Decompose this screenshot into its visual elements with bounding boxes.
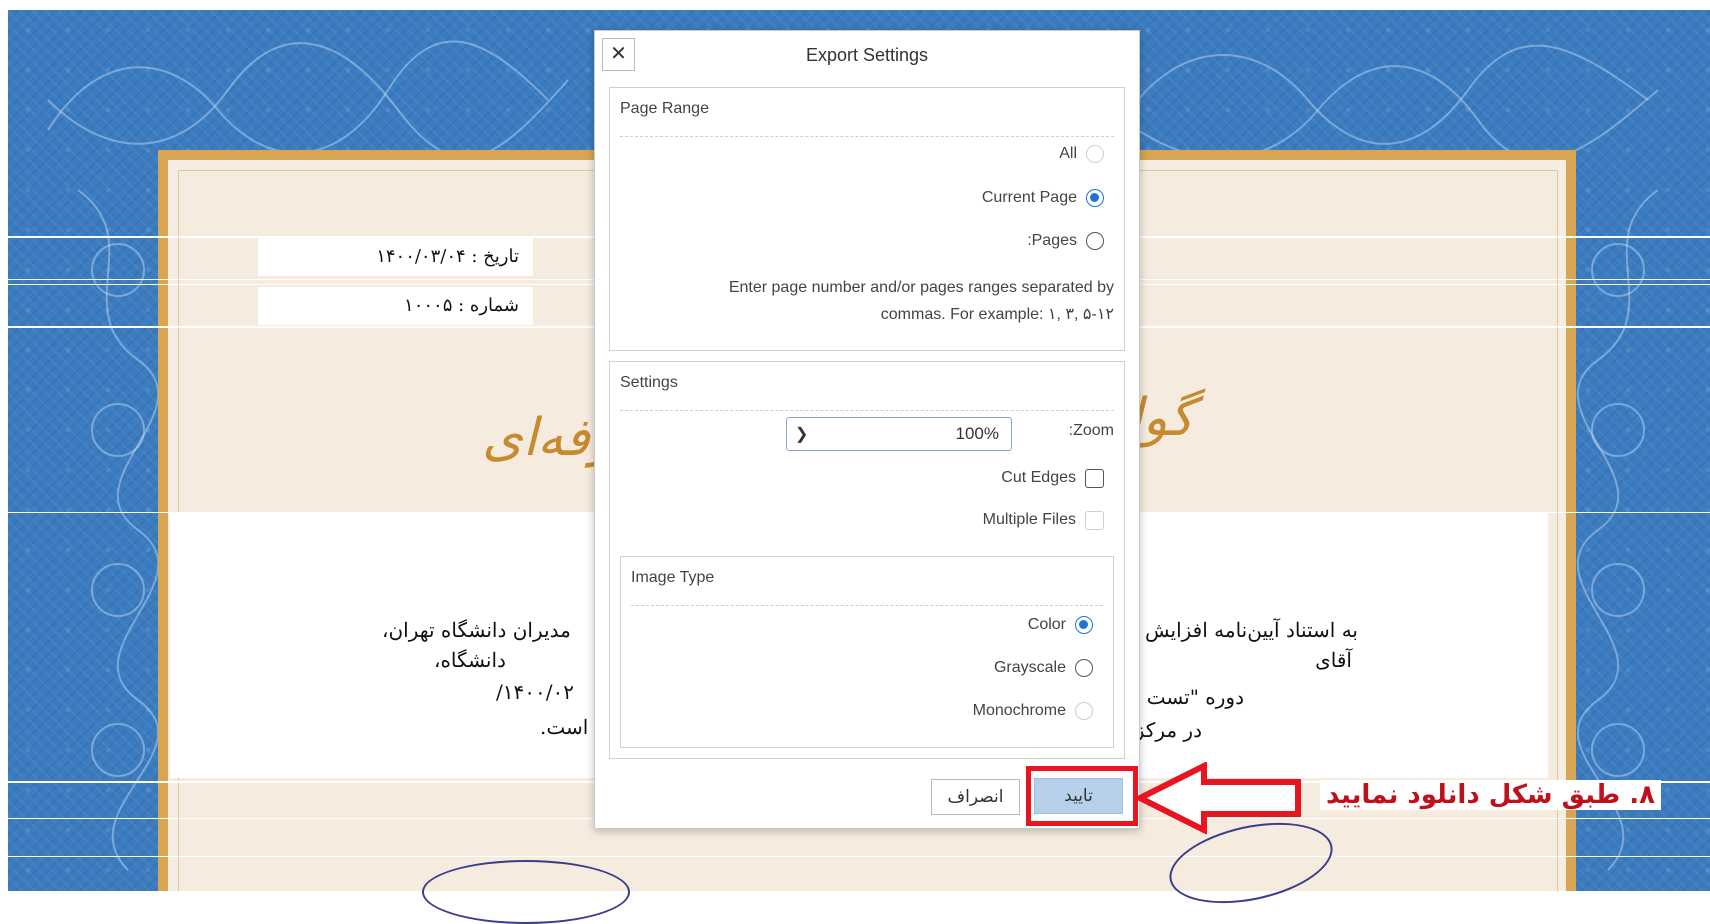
body-text-right-3: دوره "تست bbox=[1146, 685, 1244, 709]
page-range-title: Page Range bbox=[620, 100, 709, 117]
group-divider bbox=[620, 410, 1114, 411]
zoom-select[interactable]: ❯ 100% bbox=[786, 417, 1012, 451]
number-box: شماره : ۱۰۰۰۵ bbox=[258, 287, 533, 325]
chevron-down-icon: ❯ bbox=[795, 426, 809, 443]
left-arrow-icon bbox=[1138, 762, 1301, 834]
radio-current-page[interactable] bbox=[1086, 189, 1104, 207]
option-grayscale[interactable]: Grayscale bbox=[994, 656, 1093, 680]
settings-title: Settings bbox=[620, 374, 678, 391]
option-monochrome-label: Monochrome bbox=[972, 702, 1066, 719]
date-text: تاریخ : ۱۴۰۰/۰۳/۰۴ bbox=[376, 246, 519, 267]
radio-pages[interactable] bbox=[1086, 232, 1104, 250]
cut-edges-checkbox[interactable] bbox=[1085, 468, 1104, 488]
annotation-label: ۸. طبق شکل دانلود نمایید bbox=[1320, 780, 1662, 810]
body-text-left-1: مدیران دانشگاه تهران، bbox=[382, 618, 571, 642]
multiple-files-checkbox[interactable] bbox=[1085, 510, 1104, 530]
image-type-group: Image Type Color Grayscale Monochrome bbox=[620, 556, 1114, 748]
body-text-left-2: دانشگاه، bbox=[434, 648, 506, 672]
option-color[interactable]: Color bbox=[1028, 613, 1093, 637]
option-pages-label: :Pages bbox=[1027, 232, 1077, 249]
option-pages[interactable]: :Pages bbox=[1027, 229, 1104, 253]
number-text: شماره : ۱۰۰۰۵ bbox=[404, 295, 519, 316]
settings-group: Settings :Zoom ❯ 100% Cut Edges Multiple… bbox=[609, 361, 1125, 759]
body-text-right-1: به استناد آیین‌نامه افزایش bbox=[1145, 618, 1358, 642]
date-box: تاریخ : ۱۴۰۰/۰۳/۰۴ bbox=[258, 238, 533, 276]
multiple-files-label: Multiple Files bbox=[982, 511, 1076, 528]
body-text-left-3: ۱۴۰۰/۰۲/ bbox=[496, 680, 574, 704]
option-cut-edges[interactable]: Cut Edges bbox=[1001, 466, 1104, 490]
option-all-label: All bbox=[1059, 145, 1077, 162]
cut-edges-label: Cut Edges bbox=[1001, 469, 1076, 486]
signature-left bbox=[422, 860, 630, 924]
divider-line bbox=[0, 856, 1710, 857]
dialog-title: Export Settings bbox=[805, 45, 929, 65]
radio-monochrome[interactable] bbox=[1075, 702, 1093, 720]
page-range-group: Page Range All Current Page :Pages Enter… bbox=[609, 87, 1125, 351]
group-divider bbox=[620, 136, 1114, 137]
export-settings-dialog: ✕ Export Settings Page Range All Current… bbox=[594, 30, 1140, 829]
option-current-page[interactable]: Current Page bbox=[982, 186, 1104, 210]
zoom-label: :Zoom bbox=[1068, 422, 1114, 439]
pages-hint: Enter page number and/or pages ranges se… bbox=[654, 274, 1114, 328]
radio-color[interactable] bbox=[1075, 616, 1093, 634]
radio-all[interactable] bbox=[1086, 145, 1104, 163]
option-monochrome[interactable]: Monochrome bbox=[973, 699, 1093, 723]
option-color-label: Color bbox=[1027, 616, 1066, 633]
option-current-page-label: Current Page bbox=[981, 189, 1077, 206]
group-divider bbox=[631, 605, 1103, 606]
pages-hint-line2: commas. For example: ۱, ۳, ۵-۱۲ bbox=[880, 306, 1114, 323]
option-all[interactable]: All bbox=[1059, 142, 1104, 166]
body-text-right-2: آقای bbox=[1315, 648, 1352, 672]
image-type-title: Image Type bbox=[631, 569, 715, 586]
zoom-value: 100% bbox=[955, 424, 999, 443]
cancel-button[interactable]: انصراف bbox=[931, 779, 1020, 815]
body-text-right-4: در مرکز bbox=[1134, 718, 1202, 742]
option-multiple-files[interactable]: Multiple Files bbox=[983, 508, 1104, 532]
pages-hint-line1: Enter page number and/or pages ranges se… bbox=[728, 279, 1114, 296]
highlight-box bbox=[1026, 766, 1138, 826]
body-text-left-4: است. bbox=[540, 715, 589, 739]
option-grayscale-label: Grayscale bbox=[993, 659, 1066, 676]
radio-grayscale[interactable] bbox=[1075, 659, 1093, 677]
